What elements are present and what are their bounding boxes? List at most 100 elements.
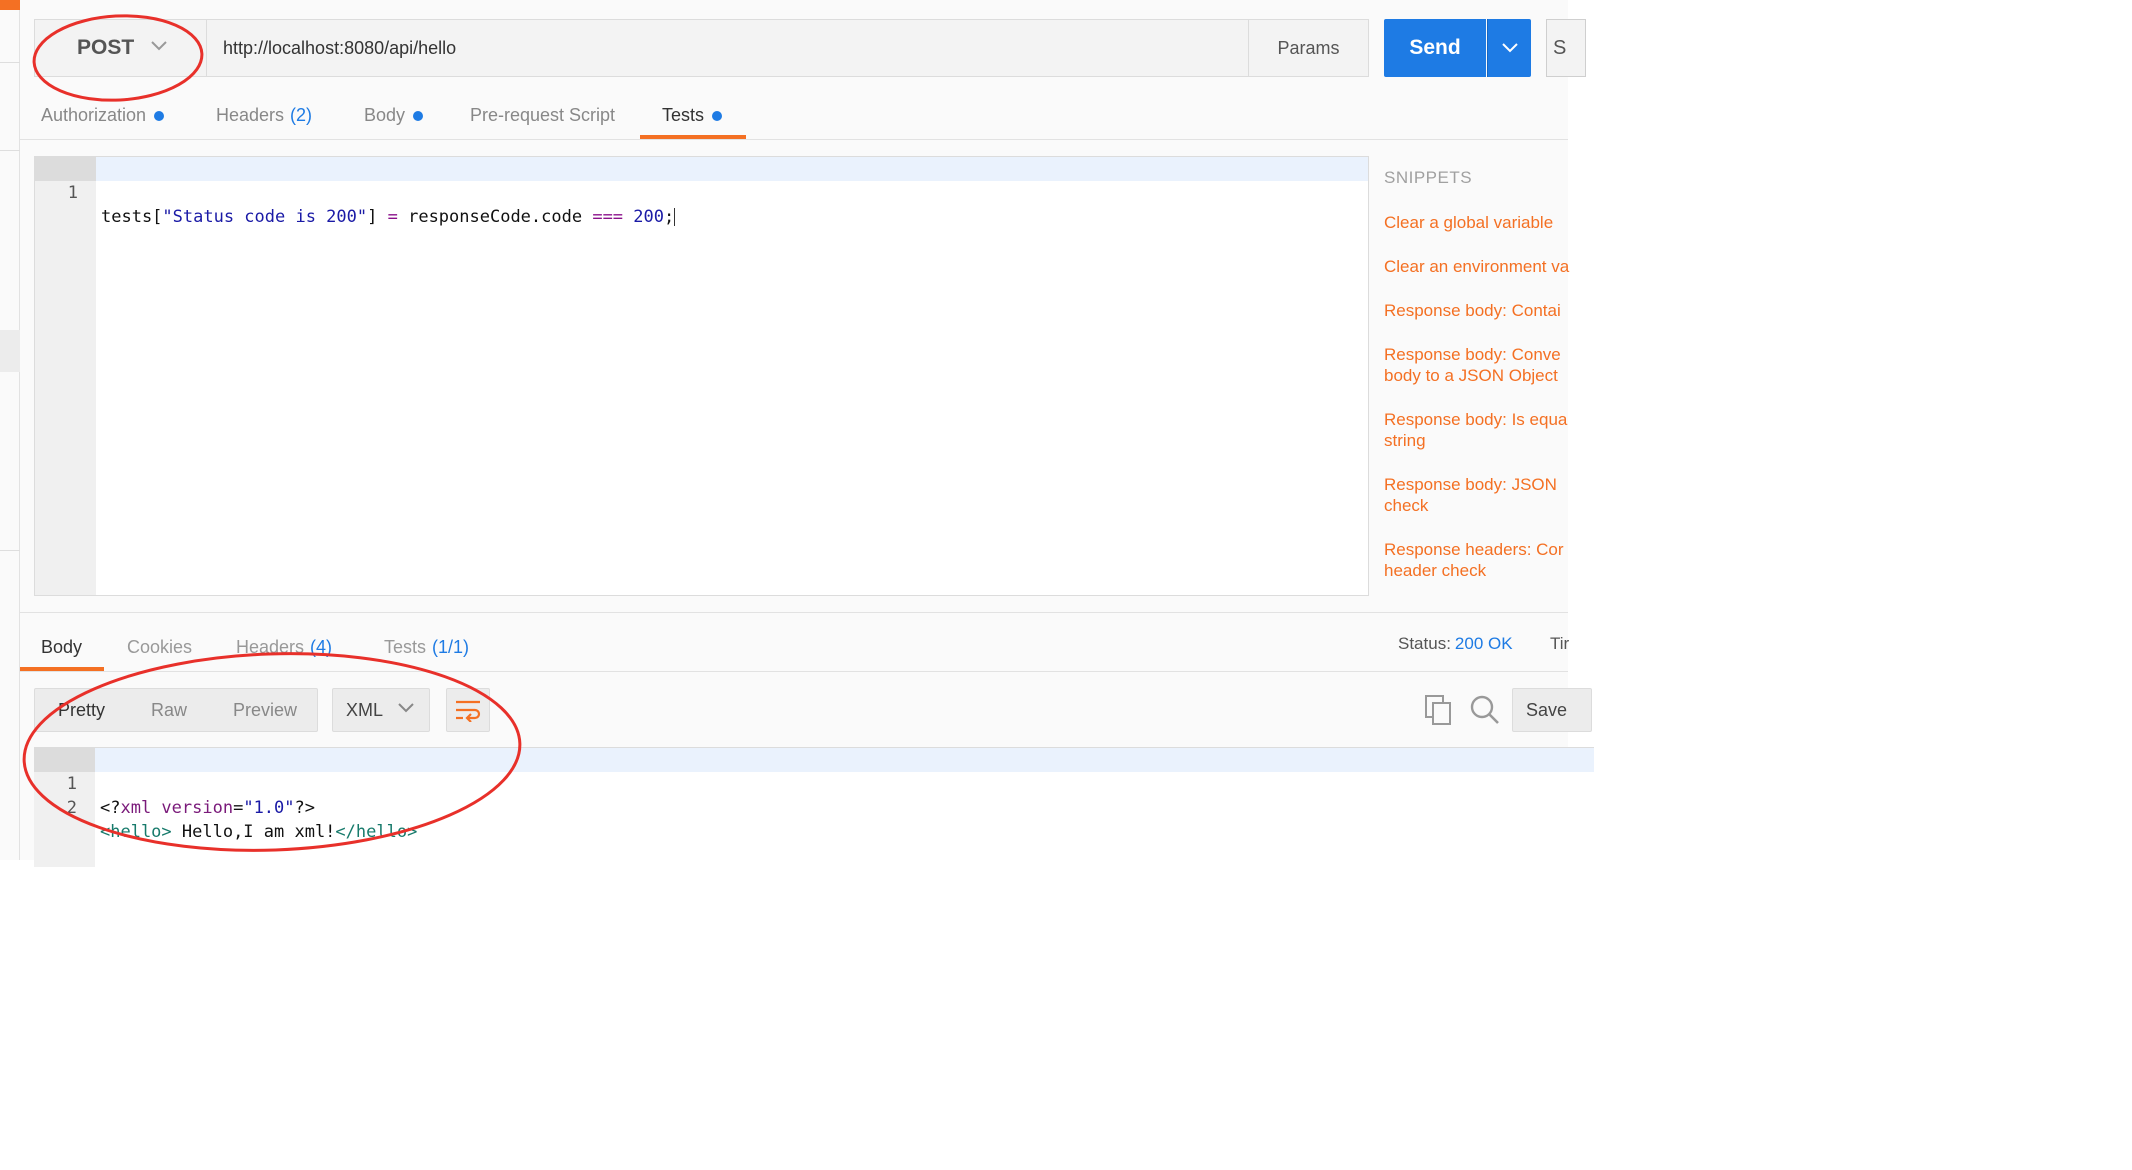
code-number: 200	[633, 207, 665, 227]
tab-label: Body	[41, 636, 83, 657]
sidebar-divider	[0, 150, 20, 151]
code-token: ?>	[294, 798, 315, 818]
save-label: S	[1553, 36, 1567, 59]
tab-headers[interactable]: Headers (2)	[216, 92, 312, 139]
request-builder: POST http://localhost:8080/api/hello Par…	[20, 0, 1594, 867]
tab-count: (2)	[290, 105, 313, 125]
snippet-link[interactable]: Response body: Is equa string	[1384, 409, 1594, 451]
copy-icon[interactable]	[1424, 694, 1454, 726]
line-number: 2	[66, 798, 77, 818]
status-label: Status:	[1398, 634, 1451, 653]
save-response-label: Save	[1526, 699, 1568, 720]
tests-editor[interactable]: 1 tests["Status code is 200"] = response…	[34, 156, 1369, 596]
response-status: Status: 200 OK	[1398, 634, 1513, 654]
tab-authorization[interactable]: Authorization	[41, 92, 165, 139]
send-button[interactable]: Send	[1384, 19, 1486, 77]
view-raw-button[interactable]: Raw	[128, 700, 210, 721]
response-tabs: Body Cookies Headers (4) Tests (1/1)	[20, 624, 1568, 672]
response-time: Tir	[1550, 634, 1569, 654]
active-tab-indicator	[640, 135, 746, 139]
response-body-viewer[interactable]: 1 <?xml version="1.0"?> 2 <hello> Hello,…	[34, 747, 1594, 867]
sidebar-divider	[0, 550, 20, 551]
text-cursor	[674, 208, 676, 226]
save-response-button[interactable]: Save	[1512, 688, 1592, 732]
tab-label: Tests	[384, 636, 427, 657]
modified-dot-icon	[712, 110, 723, 121]
line-number: 1	[67, 183, 78, 203]
code-token: ]	[367, 207, 388, 227]
chevron-down-icon	[1501, 43, 1518, 53]
tab-label: Tests	[662, 105, 705, 125]
code-attribute: xml version	[120, 798, 234, 818]
response-tab-cookies[interactable]: Cookies	[127, 624, 192, 670]
snippet-link[interactable]: Response body: Contai	[1384, 300, 1594, 321]
format-select[interactable]: XML	[332, 688, 430, 732]
code-operator: =	[387, 207, 398, 227]
params-button[interactable]: Params	[1248, 20, 1368, 76]
method-select[interactable]: POST	[35, 20, 207, 76]
status-badge[interactable]: 200 OK	[1455, 634, 1513, 653]
tab-count: (1/1)	[432, 636, 470, 657]
code-token: =	[233, 798, 244, 818]
code-token: responseCode.code	[397, 207, 593, 227]
snippets-title: SNIPPETS	[1384, 168, 1473, 187]
tab-label: Cookies	[127, 636, 193, 657]
modified-dot-icon	[413, 110, 424, 121]
code-line: 2 <hello> Hello,I am xml!</hello>	[34, 772, 1594, 842]
send-label: Send	[1409, 36, 1461, 59]
sidebar-accent	[0, 0, 20, 10]
snippet-link[interactable]: Clear an environment va	[1384, 256, 1594, 277]
response-divider	[20, 612, 1568, 613]
snippet-link[interactable]: Response body: JSON check	[1384, 474, 1594, 516]
format-label: XML	[346, 699, 384, 720]
tab-body[interactable]: Body	[364, 92, 424, 139]
sidebar-strip	[0, 0, 20, 860]
request-bar: POST http://localhost:8080/api/hello Par…	[34, 19, 1369, 77]
code-string: "Status code is 200"	[162, 207, 368, 227]
tab-label: Authorization	[41, 105, 147, 125]
save-button[interactable]: S	[1546, 19, 1586, 77]
chevron-down-icon	[150, 39, 168, 57]
view-mode-group: Pretty Raw Preview	[34, 688, 318, 732]
response-tab-headers[interactable]: Headers (4)	[236, 624, 332, 670]
tab-label: Headers	[216, 105, 285, 125]
code-text: <?xml version="1.0"?>	[100, 796, 315, 820]
response-tab-body[interactable]: Body	[41, 624, 82, 670]
code-string: "1.0"	[243, 798, 295, 818]
wrap-lines-button[interactable]	[446, 688, 490, 732]
snippet-link[interactable]: Response headers: Cor header check	[1384, 539, 1594, 581]
snippets-panel: SNIPPETS Clear a global variable Clear a…	[1384, 168, 1594, 604]
url-input[interactable]: http://localhost:8080/api/hello	[207, 20, 1248, 76]
search-icon[interactable]	[1469, 694, 1501, 726]
wrap-lines-icon	[456, 700, 481, 722]
send-options-button[interactable]	[1487, 19, 1531, 77]
code-text: tests["Status code is 200"] = responseCo…	[101, 205, 676, 229]
tab-label: Body	[364, 105, 406, 125]
view-pretty-button[interactable]: Pretty	[35, 700, 128, 721]
code-text: <hello> Hello,I am xml!</hello>	[100, 820, 417, 844]
tab-count: (4)	[310, 636, 333, 657]
code-token: Hello,I am xml!	[171, 822, 336, 842]
code-operator: ===	[592, 207, 624, 227]
sidebar-selected-item[interactable]	[0, 330, 20, 372]
tab-label: Headers	[236, 636, 305, 657]
request-tabs: Authorization Headers (2) Body Pre-reques…	[20, 92, 1568, 140]
params-label: Params	[1277, 37, 1340, 58]
code-tag: <hello>	[100, 822, 172, 842]
code-tag: </hello>	[335, 822, 418, 842]
code-line: 1 <?xml version="1.0"?>	[34, 748, 1594, 818]
code-token: ;	[664, 207, 675, 227]
code-token: <?	[100, 798, 121, 818]
chevron-down-icon	[397, 701, 415, 719]
code-token: tests[	[101, 207, 163, 227]
tab-tests[interactable]: Tests	[662, 92, 723, 139]
code-line: 1 tests["Status code is 200"] = response…	[35, 157, 1368, 227]
tab-label: Pre-request Script	[470, 105, 616, 125]
snippet-link[interactable]: Clear a global variable	[1384, 212, 1594, 233]
snippet-link[interactable]: Response body: Conve body to a JSON Obje…	[1384, 344, 1594, 386]
tab-pre-request-script[interactable]: Pre-request Script	[470, 92, 615, 139]
method-label: POST	[77, 36, 135, 59]
view-preview-button[interactable]: Preview	[210, 700, 320, 721]
response-tab-tests[interactable]: Tests (1/1)	[384, 624, 469, 670]
